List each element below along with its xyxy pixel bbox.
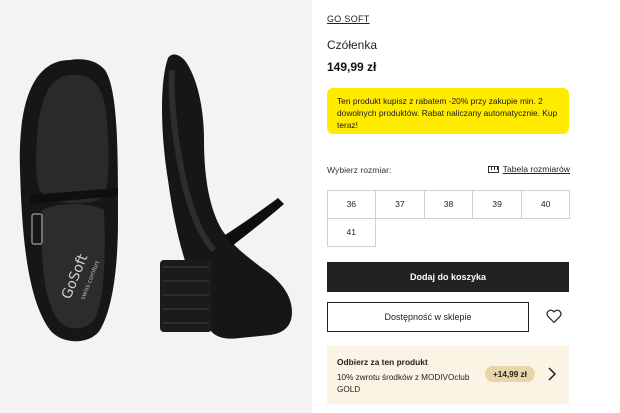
size-option-40[interactable]: 40 [520,189,571,219]
reward-box[interactable]: Odbierz za ten produkt 10% zwrotu środkó… [327,346,569,404]
reward-amount-badge: +14,99 zł [485,366,535,382]
shoe-side-view [160,54,292,339]
store-availability-button[interactable]: Dostępność w sklepie [327,302,529,332]
ruler-icon [487,165,499,173]
product-title: Czółenka [327,38,378,52]
size-option-36[interactable]: 36 [326,189,377,219]
product-image[interactable]: GoSoft swiss comfort [0,0,312,413]
shoe-photo: GoSoft swiss comfort [19,54,292,342]
size-grid: 36 37 38 39 40 41 [326,189,571,247]
size-label: Wybierz rozmiar: [327,165,392,175]
brand-link[interactable]: GO SOFT [327,14,370,24]
size-table-label: Tabela rozmiarów [502,164,570,174]
promo-banner: Ten produkt kupisz z rabatem -20% przy z… [327,88,569,134]
reward-description: 10% zwrotu środków z MODIVOclub GOLD [337,373,470,394]
shoe-top-view: GoSoft swiss comfort [19,59,119,342]
product-price: 149,99 zł [327,60,377,74]
size-option-41[interactable]: 41 [326,217,377,247]
size-option-38[interactable]: 38 [423,189,474,219]
add-to-cart-button[interactable]: Dodaj do koszyka [327,262,569,292]
size-option-37[interactable]: 37 [375,189,425,219]
product-panel: GO SOFT Czółenka 149,99 zł Ten produkt k… [326,0,571,413]
size-table-link[interactable]: Tabela rozmiarów [487,164,570,174]
size-option-39[interactable]: 39 [472,189,522,219]
promo-text: Ten produkt kupisz z rabatem -20% przy z… [337,96,558,130]
chevron-right-icon[interactable] [547,366,557,382]
heart-icon[interactable] [545,307,563,325]
